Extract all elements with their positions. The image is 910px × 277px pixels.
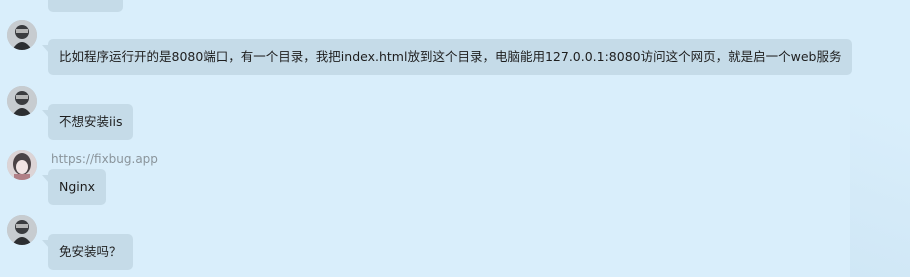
- message-text: Nginx: [59, 179, 96, 194]
- message-text: 免安装吗？: [59, 244, 122, 259]
- message-text: 不想安装iis: [59, 114, 123, 129]
- user-avatar-icon[interactable]: [7, 86, 37, 116]
- user-avatar-icon[interactable]: [7, 20, 37, 50]
- user-avatar-icon[interactable]: [7, 215, 37, 245]
- message-bubble[interactable]: Nginx: [41, 169, 107, 205]
- message-bubble[interactable]: 不想安装iis: [41, 104, 134, 140]
- chat-message-list[interactable]: 比如程序运行开的是8080端口，有一个目录，我把index.html放到这个目录…: [0, 0, 910, 277]
- message-bubble[interactable]: 比如程序运行开的是8080端口，有一个目录，我把index.html放到这个目录…: [41, 39, 853, 75]
- sender-name[interactable]: https://fixbug.app: [51, 152, 158, 166]
- message-bubble-partial: [48, 0, 123, 12]
- sender-avatar-icon[interactable]: [7, 150, 37, 180]
- message-text: 比如程序运行开的是8080端口，有一个目录，我把index.html放到这个目录…: [59, 49, 842, 64]
- message-bubble[interactable]: 免安装吗？: [42, 234, 133, 270]
